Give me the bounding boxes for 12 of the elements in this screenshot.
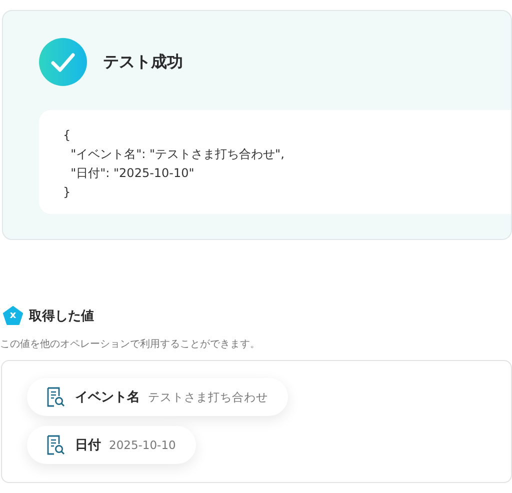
code-line: {: [63, 127, 71, 144]
code-line: "日付": "2025-10-10": [70, 165, 194, 182]
section-description: この値を他のオペレーションで利用することができます。: [0, 338, 261, 351]
variable-icon: x: [3, 306, 23, 326]
section-heading: 取得した値: [29, 308, 94, 325]
code-line: "イベント名": "テストさま打ち合わせ",: [70, 146, 284, 163]
document-search-icon: [47, 387, 65, 407]
result-title: テスト成功: [103, 52, 183, 72]
value-chip[interactable]: イベント名 テストさま打ち合わせ: [27, 378, 288, 416]
code-line: }: [63, 184, 71, 201]
document-search-icon: [47, 435, 65, 455]
value-chip[interactable]: 日付 2025-10-10: [27, 426, 196, 464]
